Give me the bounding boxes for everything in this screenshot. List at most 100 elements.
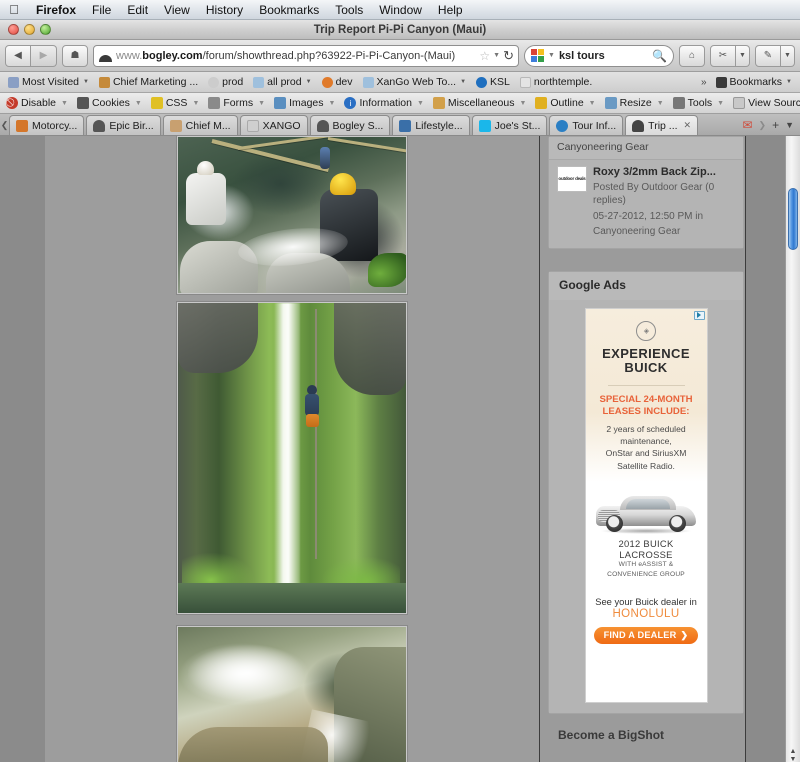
reload-icon[interactable]: ↻	[503, 48, 514, 64]
bookmark-chief-marketing[interactable]: Chief Marketing ...	[95, 76, 202, 88]
mail-icon[interactable]: ✉	[742, 118, 752, 132]
menu-item-firefox[interactable]: Firefox	[28, 3, 84, 17]
magnifier-icon[interactable]: 🔍	[652, 49, 667, 63]
chevron-down-icon: ▼	[305, 79, 312, 85]
chevron-down-icon[interactable]: ▼	[785, 120, 794, 130]
thread-title-link[interactable]: Roxy 3/2mm Back Zip...	[593, 166, 735, 179]
page-content: Canyoneering Gear outdoor deals Roxy 3/2…	[45, 136, 800, 762]
menu-item-edit[interactable]: Edit	[119, 3, 156, 17]
devtool-label: Forms	[223, 97, 254, 109]
waterfall-rappel-photo[interactable]	[177, 302, 407, 614]
home-button[interactable]: ⌂	[679, 44, 705, 67]
star-icon[interactable]: ☆	[479, 49, 490, 63]
devtool-label: Resize	[619, 97, 652, 109]
forward-button[interactable]: ▶	[31, 44, 57, 67]
search-engine-chevron-icon[interactable]: ▼	[548, 52, 555, 59]
bookmark-prod[interactable]: prod	[204, 76, 247, 88]
menu-item-file[interactable]: File	[84, 3, 119, 17]
devtool-forms[interactable]: Forms ▼	[205, 97, 270, 109]
os-menu-bar:  Firefox File Edit View History Bookmar…	[0, 0, 800, 20]
tools-icon	[672, 97, 685, 109]
tab-bogley-s[interactable]: Bogley S...	[309, 115, 391, 135]
tab-trip-report[interactable]: Trip ... ✕	[625, 115, 699, 135]
devtool-information[interactable]: i Information ▼	[341, 97, 428, 109]
tab-chief-marketing[interactable]: Chief M...	[162, 115, 238, 135]
close-icon[interactable]: ✕	[684, 120, 692, 131]
buick-advertisement[interactable]: ◈ EXPERIENCE BUICK SPECIAL 24-MONTH LEAS…	[584, 307, 708, 703]
vertical-scrollbar[interactable]: ▲ ▼	[785, 136, 800, 762]
tab-lifestyle[interactable]: Lifestyle...	[392, 115, 470, 135]
menu-item-view[interactable]: View	[156, 3, 198, 17]
find-a-dealer-button[interactable]: FIND A DEALER ❯	[594, 626, 698, 644]
apple-icon[interactable]: 	[6, 3, 22, 16]
devtool-miscellaneous[interactable]: Miscellaneous ▼	[430, 97, 531, 109]
web-developer-toolbar: ⃠ Disable▼ Cookies▼ CSS▼ Forms▼ Images▼ …	[0, 93, 800, 114]
scroll-up-icon[interactable]: ▲	[790, 748, 797, 755]
url-text: www.bogley.com/forum/showthread.php?6392…	[116, 49, 456, 62]
tab-xango[interactable]: XANGO	[239, 115, 308, 135]
buick-emblem-icon: ◈	[636, 320, 656, 341]
scroll-thumb[interactable]	[788, 188, 798, 250]
google-icon[interactable]	[531, 49, 544, 62]
menu-item-window[interactable]: Window	[371, 3, 430, 17]
page-tools-button[interactable]: ☗	[62, 44, 88, 67]
bookmarks-menu-button[interactable]: Bookmarks ▼	[712, 76, 796, 88]
thread-forum-link[interactable]: Canyoneering Gear	[593, 225, 735, 238]
bookmark-xango-web-tools[interactable]: XanGo Web To... ▼	[359, 76, 471, 88]
minimize-window-button[interactable]	[24, 24, 35, 35]
chevron-right-icon[interactable]: ❯	[759, 120, 767, 131]
highlighter-dropdown-icon[interactable]: ▼	[781, 44, 795, 67]
devtool-label: View Source	[748, 97, 800, 109]
eyedropper-dropdown-icon[interactable]: ▼	[736, 44, 750, 67]
search-input[interactable]: ksl tours	[559, 50, 648, 62]
cascade-pool-photo[interactable]	[177, 626, 407, 762]
find-a-dealer-label: FIND A DEALER	[603, 630, 677, 641]
white-helmet	[197, 161, 214, 175]
menu-item-tools[interactable]: Tools	[327, 3, 371, 17]
buick-lacrosse-car-icon	[594, 492, 698, 534]
devtool-disable[interactable]: ⃠ Disable ▼	[3, 97, 73, 109]
devtool-resize[interactable]: Resize ▼	[602, 97, 669, 109]
adchoices-icon[interactable]	[693, 310, 705, 320]
plus-icon[interactable]: +	[772, 118, 779, 132]
double-chevron-icon[interactable]: »	[698, 77, 710, 88]
devtool-outline[interactable]: Outline ▼	[532, 97, 600, 109]
close-window-button[interactable]	[8, 24, 19, 35]
tab-joes-st[interactable]: Joe's St...	[471, 115, 548, 135]
tab-tour-info[interactable]: Tour Inf...	[549, 115, 624, 135]
ad-car-section: 2012 BUICK LACROSSE WITH eASSIST & CONVE…	[585, 481, 707, 584]
back-button[interactable]: ◀	[5, 44, 31, 67]
bookmark-most-visited[interactable]: Most Visited ▼	[4, 76, 93, 88]
devtool-images[interactable]: Images ▼	[271, 97, 340, 109]
eyedropper-icon[interactable]: ✂	[710, 44, 736, 67]
canyoneers-in-creek-photo[interactable]	[177, 136, 407, 294]
bookmark-ksl[interactable]: KSL	[472, 76, 514, 88]
view-source-icon	[733, 97, 746, 109]
zoom-window-button[interactable]	[40, 24, 51, 35]
highlighter-icon[interactable]: ✎	[755, 44, 781, 67]
tab-motorcycle[interactable]: Motorcy...	[9, 115, 85, 135]
folder-icon	[253, 76, 265, 88]
tab-scroll-left-button[interactable]: ❮	[0, 120, 9, 135]
chevron-down-icon[interactable]: ▼	[493, 52, 500, 59]
shallow-pool	[178, 727, 328, 762]
tab-epic-bir[interactable]: Epic Bir...	[86, 115, 161, 135]
address-bar[interactable]: www.bogley.com/forum/showthread.php?6392…	[93, 44, 519, 67]
devtool-tools[interactable]: Tools ▼	[670, 97, 729, 109]
resize-icon	[604, 97, 617, 109]
bookmark-all-prod[interactable]: all prod ▼	[249, 76, 315, 88]
menu-item-history[interactable]: History	[198, 3, 251, 17]
bookmark-dev[interactable]: dev	[318, 76, 357, 88]
tab-label: XANGO	[262, 119, 301, 132]
devtool-cookies[interactable]: Cookies ▼	[74, 97, 147, 109]
search-bar[interactable]: ▼ ksl tours 🔍	[524, 44, 674, 67]
devtool-css[interactable]: CSS ▼	[148, 97, 205, 109]
scroll-down-icon[interactable]: ▼	[790, 756, 797, 762]
devtool-view-source[interactable]: View Source▼	[730, 97, 800, 109]
menu-item-help[interactable]: Help	[430, 3, 471, 17]
google-ads-panel: Google Ads ◈ EXPERIENCE BUICK SPECIAL 24…	[548, 270, 744, 714]
bookmark-northtemple[interactable]: northtemple.	[516, 76, 596, 88]
thread-list-item[interactable]: outdoor deals Roxy 3/2mm Back Zip... Pos…	[549, 159, 743, 248]
tab-label: Bogley S...	[332, 119, 384, 132]
menu-item-bookmarks[interactable]: Bookmarks	[251, 3, 327, 17]
